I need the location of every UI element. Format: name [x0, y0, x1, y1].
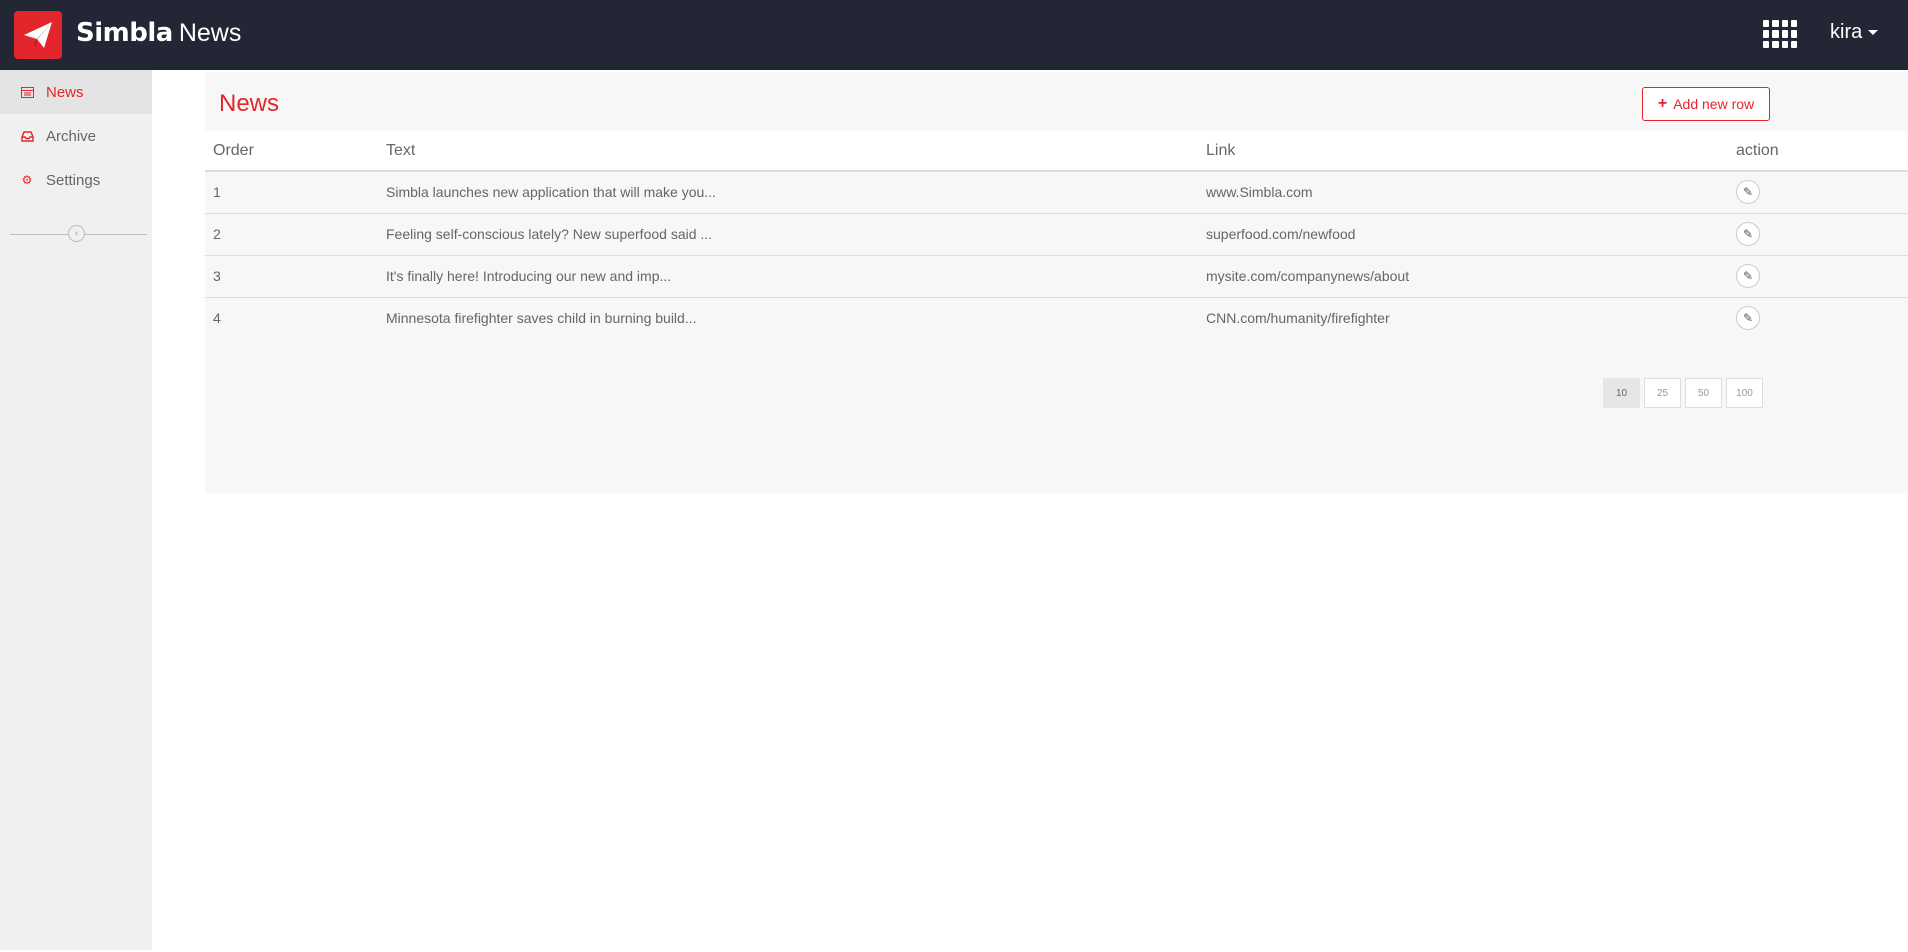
- sidebar-item-news[interactable]: News: [0, 70, 152, 114]
- sidebar-item-label: Settings: [46, 171, 101, 189]
- page-size-10[interactable]: 10: [1603, 378, 1640, 408]
- grid-apps-icon[interactable]: [1763, 20, 1797, 48]
- column-header-link[interactable]: Link: [1198, 131, 1728, 171]
- brand-logo-text: Simbla: [76, 18, 173, 48]
- page-size-100[interactable]: 100: [1726, 378, 1763, 408]
- cell-link: mysite.com/companynews/about: [1206, 268, 1410, 284]
- cell-action: ✎: [1728, 171, 1908, 213]
- paper-plane-icon: [24, 22, 52, 48]
- table-icon: [20, 85, 34, 99]
- page-size-selector: 10 25 50 100: [1603, 378, 1763, 408]
- sidebar-item-label: News: [46, 83, 84, 101]
- table-row[interactable]: 2 Feeling self-conscious lately? New sup…: [205, 213, 1908, 255]
- cell-order: 2: [213, 226, 221, 242]
- inbox-icon: [20, 129, 34, 143]
- table-row[interactable]: 1 Simbla launches new application that w…: [205, 171, 1908, 213]
- news-table: Order Text Link action 1 Simbla launches…: [205, 131, 1908, 339]
- table-row[interactable]: 3 It's finally here! Introducing our new…: [205, 255, 1908, 297]
- cell-order: 4: [213, 310, 221, 327]
- brand: Simbla News: [76, 18, 241, 48]
- column-header-text[interactable]: Text: [378, 131, 1198, 171]
- pencil-icon[interactable]: ✎: [1736, 264, 1760, 288]
- gear-icon: ⚙: [21, 173, 33, 187]
- add-new-row-button[interactable]: + Add new row: [1642, 87, 1770, 121]
- cell-action: ✎: [1728, 297, 1908, 339]
- cell-link: CNN.com/humanity/firefighter: [1206, 310, 1390, 327]
- pencil-icon[interactable]: ✎: [1736, 306, 1760, 331]
- cell-text: Minnesota firefighter saves child in bur…: [386, 310, 697, 327]
- cell-link: www.Simbla.com: [1206, 184, 1313, 201]
- top-bar: Simbla News kira: [0, 0, 1908, 70]
- user-menu[interactable]: kira: [1830, 21, 1879, 44]
- table-row[interactable]: 4 Minnesota firefighter saves child in b…: [205, 297, 1908, 339]
- cell-text: Feeling self-conscious lately? New super…: [386, 226, 713, 242]
- sidebar-item-settings[interactable]: ⚙ Settings: [0, 158, 152, 202]
- plus-icon: +: [1657, 95, 1668, 112]
- main-panel: News + Add new row Order Text Link actio…: [205, 72, 1908, 493]
- cell-order: 3: [213, 268, 221, 284]
- add-button-label: Add new row: [1673, 96, 1755, 112]
- page-title: News: [219, 90, 280, 117]
- pencil-icon[interactable]: ✎: [1736, 180, 1760, 205]
- app-name: News: [178, 19, 242, 47]
- chevron-left-icon: ‹: [74, 228, 79, 239]
- column-header-order[interactable]: Order: [205, 131, 378, 171]
- sidebar: News Archive ⚙ Settings ‹: [0, 70, 152, 950]
- sidebar-item-label: Archive: [46, 127, 97, 145]
- collapse-sidebar-button[interactable]: ‹: [68, 225, 85, 242]
- page-size-50[interactable]: 50: [1685, 378, 1722, 408]
- cell-action: ✎: [1728, 213, 1908, 255]
- user-name: kira: [1830, 21, 1863, 43]
- page-size-25[interactable]: 25: [1644, 378, 1681, 408]
- logo[interactable]: [14, 11, 62, 59]
- cell-order: 1: [213, 184, 221, 201]
- caret-down-icon: [1868, 30, 1879, 35]
- sidebar-item-archive[interactable]: Archive: [0, 114, 152, 158]
- cell-text: Simbla launches new application that wil…: [386, 184, 716, 201]
- table-header-row: Order Text Link action: [205, 131, 1908, 171]
- column-header-action: action: [1736, 141, 1779, 159]
- cell-text: It's finally here! Introducing our new a…: [386, 268, 672, 284]
- pencil-icon[interactable]: ✎: [1736, 222, 1760, 246]
- cell-action: ✎: [1728, 255, 1908, 297]
- cell-link: superfood.com/newfood: [1206, 226, 1356, 242]
